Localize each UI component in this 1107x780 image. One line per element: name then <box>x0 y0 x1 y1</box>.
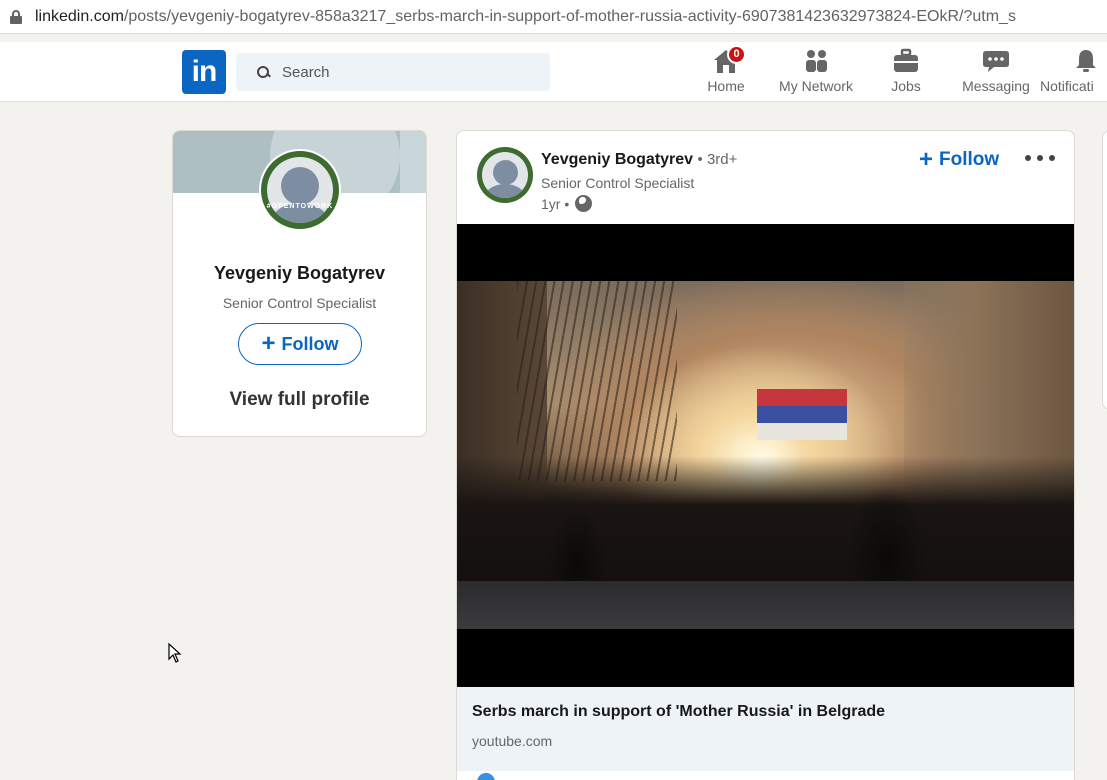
search-box[interactable] <box>236 53 550 91</box>
connection-degree: • 3rd+ <box>697 151 738 168</box>
post-author[interactable]: Yevgeniy Bogatyrev • 3rd+ <box>541 151 737 169</box>
post-video-thumbnail[interactable] <box>457 224 1074 687</box>
open-to-work-text: #OPENTOWORK <box>266 203 334 210</box>
globe-icon <box>575 195 593 212</box>
profile-headline: Senior Control Specialist <box>222 295 377 311</box>
top-nav: in 0 Home My Network J <box>0 42 1107 102</box>
nav-my-network-label: My Network <box>779 78 853 94</box>
messaging-icon <box>983 51 1009 72</box>
post-card: Yevgeniy Bogatyrev • 3rd+ Senior Control… <box>456 130 1075 780</box>
lock-icon <box>10 9 22 24</box>
post-author-headline: Senior Control Specialist <box>541 175 695 191</box>
link-title[interactable]: Serbs march in support of 'Mother Russia… <box>472 703 885 721</box>
more-options-icon[interactable] <box>1025 148 1055 168</box>
notification-badge: 0 <box>727 45 746 64</box>
nav-home-label: Home <box>707 78 745 94</box>
nav-messaging[interactable]: Messaging <box>952 42 1040 102</box>
follow-button[interactable]: + Follow <box>238 323 362 365</box>
profile-card: #OPENTOWORK Yevgeniy Bogatyrev Senior Co… <box>172 130 427 437</box>
linkedin-logo[interactable]: in <box>182 50 226 94</box>
avatar[interactable]: #OPENTOWORK <box>259 149 341 231</box>
url-text[interactable]: linkedin.com/posts/yevgeniy-bogatyrev-85… <box>35 8 1016 26</box>
network-icon <box>806 50 827 72</box>
right-rail-card <box>1102 130 1107 410</box>
plus-icon: + <box>919 146 934 173</box>
nav-messaging-label: Messaging <box>962 78 1030 94</box>
nav-notifications-label: Notificati <box>1040 78 1094 94</box>
post-age: 1yr • <box>541 195 570 212</box>
post-meta: 1yr • <box>541 195 593 212</box>
plus-icon: + <box>261 330 276 357</box>
profile-name[interactable]: Yevgeniy Bogatyrev <box>173 263 426 284</box>
nav-jobs[interactable]: Jobs <box>876 42 936 102</box>
nav-jobs-label: Jobs <box>891 78 921 94</box>
url-path: /posts/yevgeniy-bogatyrev-858a3217_serbs… <box>123 7 1016 25</box>
post-follow-label: Follow <box>939 149 1000 170</box>
address-bar[interactable]: linkedin.com/posts/yevgeniy-bogatyrev-85… <box>0 0 1107 34</box>
nav-home[interactable]: 0 Home <box>696 42 756 102</box>
bell-icon <box>1076 50 1096 72</box>
url-host: linkedin.com <box>35 7 124 25</box>
search-icon <box>256 65 270 79</box>
nav-notifications[interactable]: Notificati <box>1040 42 1107 102</box>
follow-label: Follow <box>281 333 339 354</box>
link-preview[interactable]: Serbs march in support of 'Mother Russia… <box>457 687 1074 771</box>
open-to-work-ring: #OPENTOWORK <box>261 151 339 229</box>
like-reaction-icon[interactable] <box>477 773 495 780</box>
post-follow-button[interactable]: + Follow <box>919 145 999 175</box>
protest-march-image <box>457 281 1074 629</box>
link-domain: youtube.com <box>472 733 553 749</box>
search-input[interactable] <box>282 63 522 81</box>
briefcase-icon <box>894 48 918 72</box>
post-author-avatar[interactable] <box>477 147 533 203</box>
nav-my-network[interactable]: My Network <box>766 42 866 102</box>
post-author-name[interactable]: Yevgeniy Bogatyrev <box>541 151 693 168</box>
view-full-profile-link[interactable]: View full profile <box>173 389 426 411</box>
